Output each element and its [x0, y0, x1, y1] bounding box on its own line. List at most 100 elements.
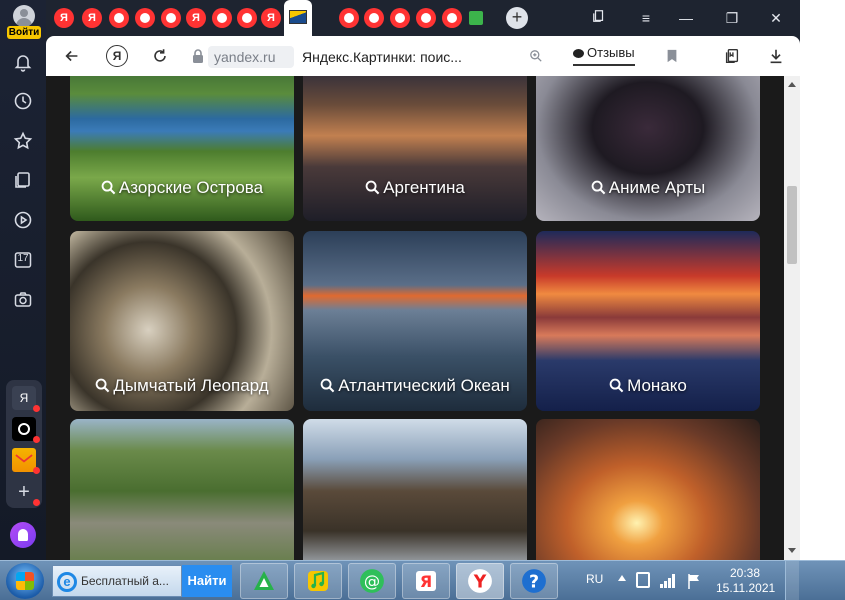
- card-japanese-garden[interactable]: [70, 419, 294, 560]
- star-bookmarks-icon[interactable]: [11, 129, 35, 153]
- tab-yandex-4[interactable]: Я: [261, 8, 281, 28]
- scroll-up-arrow-icon[interactable]: [788, 82, 796, 87]
- profile-button[interactable]: Войти: [7, 4, 41, 40]
- card-label: Монако: [536, 376, 760, 396]
- taskbar-help-app[interactable]: ?: [510, 563, 558, 599]
- tab-yandex-2[interactable]: Я: [82, 8, 102, 28]
- reviews-button[interactable]: Отзывы: [573, 44, 635, 66]
- tab-yandex-3[interactable]: Я: [186, 8, 206, 28]
- card-atlantic-ocean[interactable]: Атлантический Океан: [303, 231, 527, 411]
- search-go-button[interactable]: Найти: [182, 565, 232, 597]
- search-icon: [591, 180, 606, 195]
- tab-site-7[interactable]: [364, 8, 384, 28]
- tab-site-6[interactable]: [339, 8, 359, 28]
- card-wild-cat[interactable]: [303, 419, 527, 560]
- yandex-home-button[interactable]: Я: [106, 45, 128, 67]
- calendar-day: 17: [17, 253, 29, 264]
- card-azores[interactable]: Азорские Острова: [70, 76, 294, 221]
- card-sunset[interactable]: [536, 419, 760, 560]
- bookmark-icon[interactable]: [660, 44, 684, 68]
- navigation-bar: Я yandex.ru Яндекс.Картинки: поис... Отз…: [46, 36, 800, 76]
- tray-expand-icon[interactable]: [618, 575, 626, 581]
- tab-active-images[interactable]: [284, 0, 312, 36]
- browser-window: Войти 17 Я + Я Я Я Я + ≡ — ❐ ✕ Я yandex.…: [0, 0, 800, 560]
- video-play-icon[interactable]: [11, 208, 35, 232]
- tab-site-5[interactable]: [237, 8, 257, 28]
- card-label: Атлантический Океан: [303, 376, 527, 396]
- taskbar-yandex-browser[interactable]: Y: [456, 563, 504, 599]
- lock-icon[interactable]: [190, 48, 206, 64]
- tabs-panel-icon[interactable]: [589, 8, 609, 28]
- page-scrollbar[interactable]: [784, 76, 800, 560]
- svg-text:@: @: [364, 571, 380, 590]
- card-label: Азорские Острова: [70, 178, 294, 198]
- card-argentina[interactable]: Аргентина: [303, 76, 527, 221]
- login-label[interactable]: Войти: [7, 26, 41, 39]
- tab-site-9[interactable]: [416, 8, 436, 28]
- screenshot-camera-icon[interactable]: [11, 288, 35, 312]
- device-tray-icon[interactable]: [636, 572, 650, 588]
- taskbar-green-triangle-app[interactable]: [240, 563, 288, 599]
- address-domain[interactable]: yandex.ru: [208, 46, 294, 68]
- start-button[interactable]: [6, 563, 44, 599]
- tab-yandex-1[interactable]: Я: [54, 8, 74, 28]
- scroll-down-arrow-icon[interactable]: [788, 548, 796, 553]
- address-page-title[interactable]: Яндекс.Картинки: поис...: [302, 46, 462, 68]
- mail-app-icon[interactable]: [12, 448, 40, 474]
- music-app-icon[interactable]: [12, 417, 40, 443]
- collections-add-icon[interactable]: [720, 44, 744, 68]
- card-anime-art[interactable]: Аниме Арты: [536, 76, 760, 221]
- download-icon[interactable]: [764, 44, 788, 68]
- ie-search-box[interactable]: e Бесплатный а...: [52, 565, 182, 597]
- tab-site-1[interactable]: [109, 8, 129, 28]
- search-icon: [609, 378, 624, 393]
- back-arrow-icon[interactable]: [60, 44, 84, 68]
- yandex-app-icon[interactable]: Я: [12, 386, 40, 412]
- card-clouded-leopard[interactable]: Дымчатый Леопард: [70, 231, 294, 411]
- tab-site-2[interactable]: [135, 8, 155, 28]
- tab-site-4[interactable]: [212, 8, 232, 28]
- tab-site-11[interactable]: [469, 11, 483, 25]
- taskbar-music-app[interactable]: [294, 563, 342, 599]
- flag-tray-icon[interactable]: [686, 573, 702, 589]
- bell-icon[interactable]: [11, 50, 35, 74]
- clock-date: 15.11.2021: [716, 581, 776, 595]
- show-desktop-button[interactable]: [785, 561, 799, 600]
- calendar-icon[interactable]: 17: [11, 248, 35, 272]
- reload-icon[interactable]: [148, 44, 172, 68]
- taskbar-mail-app[interactable]: @: [348, 563, 396, 599]
- tab-site-3[interactable]: [161, 8, 181, 28]
- menu-icon[interactable]: ≡: [636, 8, 656, 28]
- restore-button[interactable]: ❐: [722, 8, 742, 28]
- browser-sidebar: Войти 17 Я +: [0, 0, 46, 560]
- add-app-icon[interactable]: +: [12, 480, 40, 506]
- card-label: Аргентина: [303, 178, 527, 198]
- search-image-icon[interactable]: [524, 44, 548, 68]
- new-tab-button[interactable]: +: [506, 7, 528, 29]
- network-signal-icon[interactable]: [660, 574, 676, 588]
- avatar: [13, 5, 35, 27]
- alice-assistant-icon[interactable]: [10, 522, 36, 548]
- speech-bubble-icon: [573, 49, 584, 58]
- collections-icon[interactable]: [11, 168, 35, 192]
- card-label: Аниме Арты: [536, 178, 760, 198]
- language-indicator[interactable]: RU: [586, 572, 603, 586]
- tab-site-10[interactable]: [442, 8, 462, 28]
- card-monaco[interactable]: Монако: [536, 231, 760, 411]
- svg-text:Я: Я: [420, 572, 432, 591]
- minimize-button[interactable]: —: [676, 8, 696, 28]
- system-clock[interactable]: 20:38 15.11.2021: [716, 566, 776, 596]
- clock-time: 20:38: [729, 566, 761, 580]
- history-clock-icon[interactable]: [11, 89, 35, 113]
- windows-taskbar: e Бесплатный а... Найти @ Я Y ? RU 20:38…: [0, 560, 845, 600]
- image-icon: [289, 10, 307, 24]
- scroll-thumb[interactable]: [787, 186, 797, 264]
- search-icon: [365, 180, 380, 195]
- svg-text:Y: Y: [473, 573, 487, 593]
- tab-strip: Я Я Я Я + ≡ — ❐ ✕: [46, 0, 800, 36]
- ie-search-text[interactable]: Бесплатный а...: [81, 574, 169, 588]
- svg-text:?: ?: [529, 573, 539, 593]
- close-button[interactable]: ✕: [766, 8, 786, 28]
- taskbar-yandex-app[interactable]: Я: [402, 563, 450, 599]
- tab-site-8[interactable]: [390, 8, 410, 28]
